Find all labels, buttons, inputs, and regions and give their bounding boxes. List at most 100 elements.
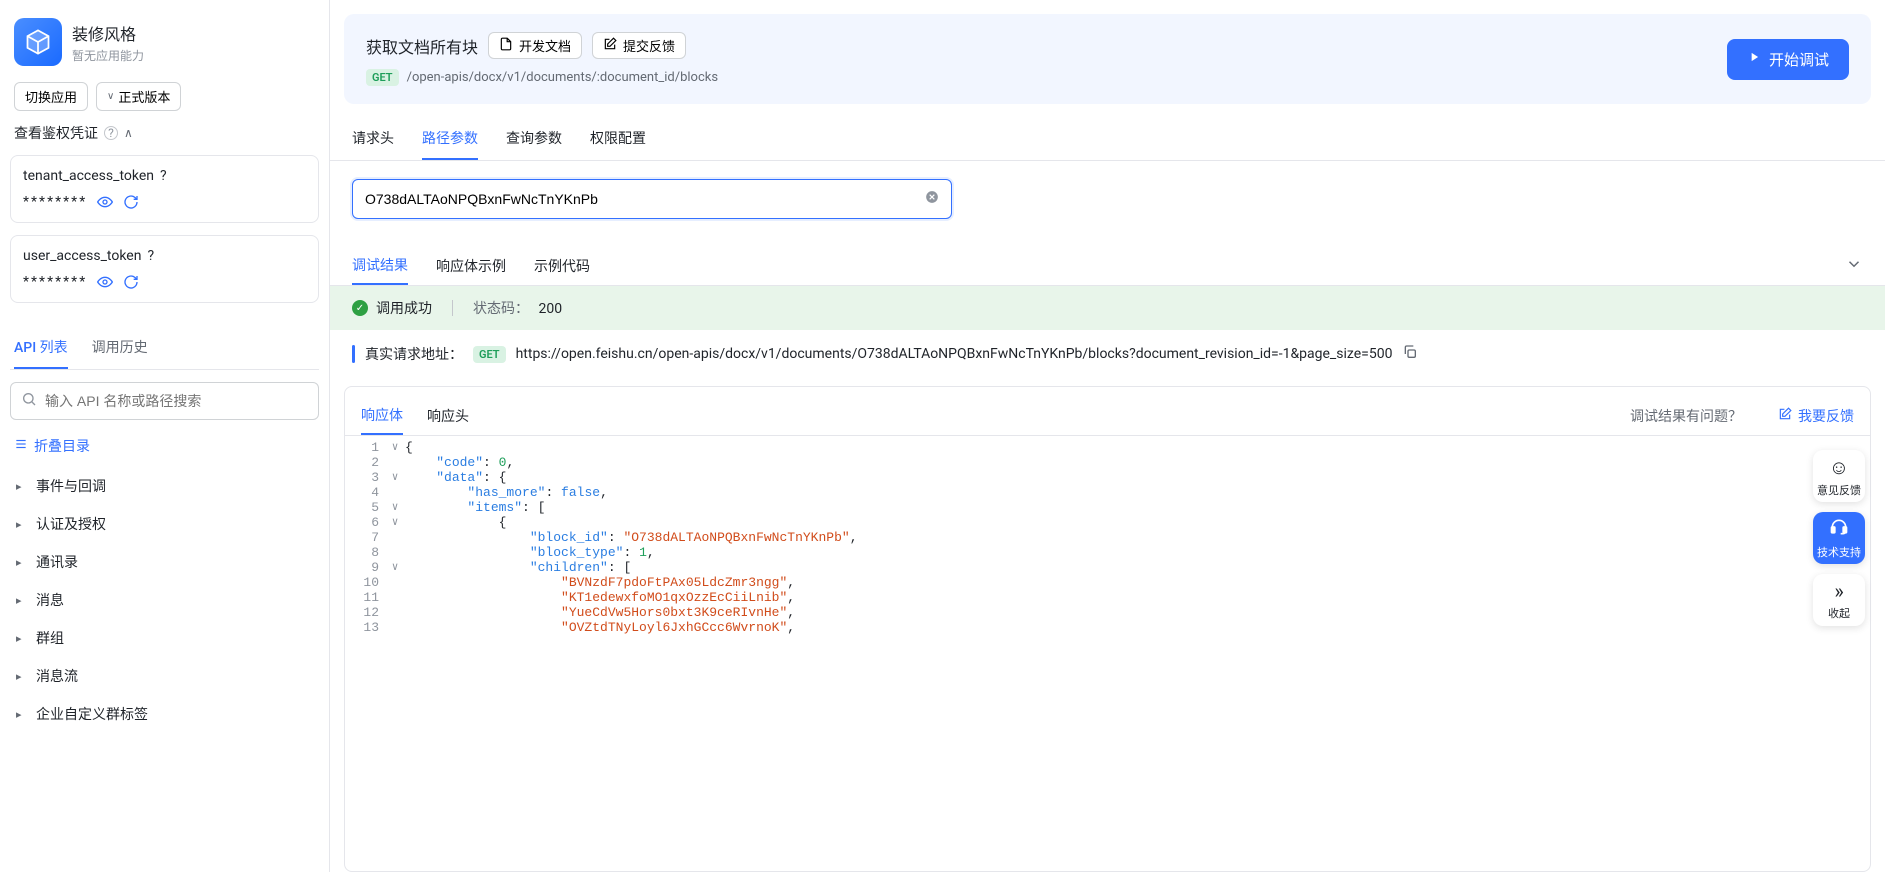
dev-docs-button[interactable]: 开发文档: [488, 32, 582, 59]
line-number: 13: [345, 620, 385, 635]
category-label: 群组: [36, 628, 64, 648]
line-number: 10: [345, 575, 385, 590]
eye-icon[interactable]: [97, 194, 113, 210]
float-feedback-button[interactable]: ☺ 意见反馈: [1813, 450, 1865, 502]
token-masked-value: ********: [23, 194, 87, 210]
code-line: 8 "block_type": 1,: [345, 545, 1870, 560]
feedback-link[interactable]: 我要反馈: [1778, 406, 1854, 426]
category-item[interactable]: ▸事件与回调: [10, 468, 319, 504]
category-item[interactable]: ▸ 群组: [10, 620, 319, 656]
real-url-text: https://open.feishu.cn/open-apis/docx/v1…: [516, 346, 1393, 362]
code-line: 3∨ "data": {: [345, 470, 1870, 485]
collapse-all-link[interactable]: 折叠目录: [10, 432, 319, 460]
tab-request-headers[interactable]: 请求头: [352, 118, 394, 160]
code-content: "YueCdVw5Hors0bxt3K9ceRIvnHe",: [405, 605, 795, 620]
category-label: 认证及授权: [36, 514, 106, 534]
code-content: "children": [: [405, 560, 631, 575]
result-tabs: 调试结果 响应体示例 示例代码: [330, 237, 1885, 286]
user-token-card: user_access_token ? ********: [10, 235, 319, 303]
app-title: 装修风格: [72, 21, 144, 45]
category-item[interactable]: ▸通讯录: [10, 544, 319, 580]
search-input-wrap[interactable]: [10, 382, 319, 420]
code-content: "BVNzdF7pdoFtPAx05LdcZmr3ngg",: [405, 575, 795, 590]
category-label: 企业自定义群标签: [36, 704, 148, 724]
code-content: "OVZtdTNyLoyl6JxhGCcc6WvrnoK",: [405, 620, 795, 635]
tab-query-params[interactable]: 查询参数: [506, 118, 562, 160]
fold-toggle[interactable]: ∨: [385, 500, 405, 514]
expand-icon[interactable]: [1845, 255, 1863, 277]
line-number: 4: [345, 485, 385, 500]
chevron-right-icon: ▸: [16, 480, 28, 493]
tab-response-headers[interactable]: 响应头: [427, 398, 469, 434]
real-url-row: 真实请求地址： GET https://open.feishu.cn/open-…: [330, 330, 1885, 378]
code-content: "block_id": "O738dALTAoNPQBxnFwNcTnYKnPb…: [405, 530, 858, 545]
check-circle-icon: ✓: [352, 300, 368, 316]
switch-app-button[interactable]: 切换应用: [14, 82, 88, 111]
code-line: 9∨ "children": [: [345, 560, 1870, 575]
clear-icon[interactable]: [925, 190, 939, 208]
code-line: 10 "BVNzdF7pdoFtPAx05LdcZmr3ngg",: [345, 575, 1870, 590]
code-line: 7 "block_id": "O738dALTAoNPQBxnFwNcTnYKn…: [345, 530, 1870, 545]
app-subtitle: 暂无应用能力: [72, 47, 144, 64]
line-number: 8: [345, 545, 385, 560]
line-number: 12: [345, 605, 385, 620]
response-code-view[interactable]: 1∨{2 "code": 0,3∨ "data": {4 "has_more":…: [345, 436, 1870, 871]
chevron-right-icon: ▸: [16, 632, 28, 645]
category-item[interactable]: ▸认证及授权: [10, 506, 319, 542]
divider: [452, 300, 453, 316]
code-content: "code": 0,: [405, 455, 514, 470]
tab-history[interactable]: 调用历史: [92, 327, 148, 369]
param-tabs: 请求头 路径参数 查询参数 权限配置: [330, 104, 1885, 161]
chevron-right-icon: ▸: [16, 670, 28, 683]
response-panel: 响应体 响应头 调试结果有问题？ 我要反馈 1∨{2 "code": 0,3∨ …: [344, 386, 1871, 872]
search-input[interactable]: [45, 393, 308, 409]
fold-toggle[interactable]: ∨: [385, 560, 405, 574]
start-debug-button[interactable]: 开始调试: [1727, 39, 1849, 80]
float-support-button[interactable]: 技术支持: [1813, 512, 1865, 564]
code-content: "items": [: [405, 500, 545, 515]
code-content: "block_type": 1,: [405, 545, 655, 560]
tab-api-list[interactable]: API 列表: [14, 327, 68, 369]
document-id-input[interactable]: [365, 191, 925, 207]
path-param-input-wrap[interactable]: [352, 179, 952, 219]
tenant-token-card: tenant_access_token ? ********: [10, 155, 319, 223]
help-icon[interactable]: ?: [160, 168, 167, 184]
eye-icon[interactable]: [97, 274, 113, 290]
float-collapse-button[interactable]: » 收起: [1813, 574, 1865, 626]
app-icon: [14, 18, 62, 66]
tab-response-example[interactable]: 响应体示例: [436, 248, 506, 284]
tab-sample-code[interactable]: 示例代码: [534, 248, 590, 284]
refresh-icon[interactable]: [123, 274, 139, 290]
code-content: "KT1edewxfoMO1qxOzzEcCiiLnib",: [405, 590, 795, 605]
api-path: /open-apis/docx/v1/documents/:document_i…: [407, 70, 719, 85]
category-item[interactable]: ▸消息流: [10, 658, 319, 694]
line-number: 9: [345, 560, 385, 575]
help-icon[interactable]: ?: [147, 248, 154, 264]
code-content: {: [405, 515, 506, 530]
refresh-icon[interactable]: [123, 194, 139, 210]
feedback-question: 调试结果有问题？: [1630, 406, 1742, 426]
fold-toggle[interactable]: ∨: [385, 470, 405, 484]
category-item[interactable]: ▸消息: [10, 582, 319, 618]
fold-toggle[interactable]: ∨: [385, 440, 405, 454]
copy-icon[interactable]: [1402, 344, 1418, 364]
help-icon[interactable]: ?: [104, 126, 118, 140]
list-icon: [14, 437, 28, 455]
play-icon: [1747, 50, 1761, 68]
tab-permission-config[interactable]: 权限配置: [590, 118, 646, 160]
auth-section-title[interactable]: 查看鉴权凭证 ? ∧: [10, 111, 319, 149]
tab-path-params[interactable]: 路径参数: [422, 118, 478, 160]
real-url-label: 真实请求地址：: [365, 344, 463, 364]
submit-feedback-button[interactable]: 提交反馈: [592, 32, 686, 59]
line-number: 7: [345, 530, 385, 545]
main-content: 获取文档所有块 开发文档 提交反馈 GET /open-apis/docx/v1…: [330, 0, 1885, 872]
fold-toggle[interactable]: ∨: [385, 515, 405, 529]
version-select[interactable]: ∨正式版本: [96, 82, 181, 111]
tab-response-body[interactable]: 响应体: [361, 397, 403, 435]
chevron-right-icon: ▸: [16, 594, 28, 607]
chevron-right-icon: ▸: [16, 556, 28, 569]
bar-indicator: [352, 345, 355, 363]
category-item[interactable]: ▸企业自定义群标签: [10, 696, 319, 732]
tab-debug-result[interactable]: 调试结果: [352, 247, 408, 285]
code-content: "data": {: [405, 470, 506, 485]
